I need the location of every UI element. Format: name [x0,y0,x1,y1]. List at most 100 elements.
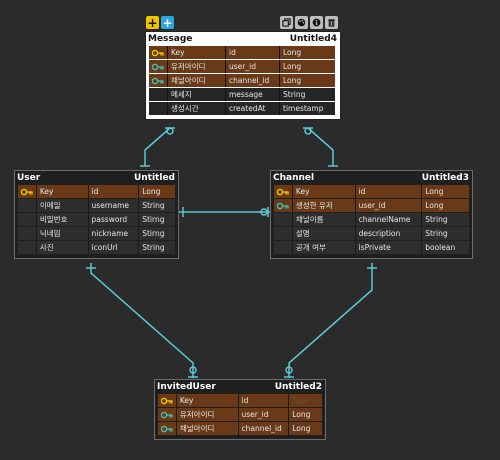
empty-icon-cell [18,199,36,212]
table-row[interactable]: 닉네임 nickname Stirng [18,227,175,240]
column-type[interactable]: Long [421,185,469,198]
column-field[interactable]: user_id [225,60,279,73]
column-name[interactable]: Key [167,46,225,59]
column-type[interactable]: Long [421,199,469,212]
table-header[interactable]: InvitedUser Untitled2 [155,380,325,393]
column-type[interactable]: Long [279,74,335,87]
column-field[interactable]: description [354,227,422,240]
erd-canvas[interactable]: + + Message Untitled4 Key id Long 유저아이디 user… [0,0,500,460]
table-name: User [17,172,41,183]
column-type[interactable]: Long [288,408,322,421]
table-row[interactable]: 유저아이디 user_id Long [149,60,337,73]
column-type[interactable]: Stirng [138,213,175,226]
trash-icon[interactable] [325,16,338,29]
table-row[interactable]: Key id Long [18,185,175,198]
link-user-message [144,127,171,166]
column-type[interactable]: String [421,227,469,240]
column-type[interactable]: Long [279,60,335,73]
add-relation-button[interactable]: + [161,16,174,29]
column-name[interactable]: 채널이름 [291,213,355,226]
add-column-button[interactable]: + [146,16,159,29]
column-name[interactable]: 이메일 [35,199,88,212]
column-field[interactable]: id [225,46,279,59]
table-channel[interactable]: Channel Untitled3 Key id Long 생성한 유저 user_id… [270,170,473,259]
table-row[interactable]: 사진 iconUrl String [18,241,175,254]
column-type[interactable]: String [421,213,469,226]
column-type[interactable]: Type [288,394,322,407]
table-header[interactable]: Channel Untitled3 [271,171,472,184]
table-row[interactable]: 공개 여부 isPrivate boolean [274,241,469,254]
column-type[interactable]: String [138,199,175,212]
table-rows: Key id Long 이메일 username String 비밀번호 password St… [15,184,178,258]
column-name[interactable]: 사진 [35,241,88,254]
column-name[interactable]: 생성시간 [167,102,225,115]
column-name[interactable]: 닉네임 [35,227,88,240]
table-row[interactable]: 비밀번호 password Stirng [18,213,175,226]
column-name[interactable]: 생성한 유저 [291,199,355,212]
table-row[interactable]: 채널이름 channelName String [274,213,469,226]
table-row[interactable]: 이메일 username String [18,199,175,212]
column-field[interactable]: id [237,394,289,407]
column-field[interactable]: password [87,213,139,226]
column-field[interactable]: id [87,185,139,198]
column-type[interactable]: timestamp [279,102,335,115]
foreign-key-icon [158,408,176,421]
column-name[interactable]: Key [35,185,88,198]
copy-icon[interactable] [280,16,293,29]
column-name[interactable]: 유저아이디 [167,60,225,73]
column-name[interactable]: 설명 [291,227,355,240]
table-row[interactable]: 유저아이디 user_id Long [158,408,322,421]
column-name[interactable]: 채널아이디 [167,74,225,87]
table-row[interactable]: 채널아이디 channel_id Long [149,74,337,87]
column-field[interactable]: channelName [354,213,422,226]
column-field[interactable]: user_id [354,199,422,212]
table-header[interactable]: Message Untitled4 [146,32,340,45]
table-row[interactable]: 생성한 유저 user_id Long [274,199,469,212]
column-type[interactable]: Long [288,422,322,435]
table-rows: Key id Long 유저아이디 user_id Long 채널아이디 channel_id… [146,45,340,119]
table-row[interactable]: Key id Long [149,46,337,59]
column-field[interactable]: channel_id [225,74,279,87]
column-field[interactable]: createdAt [225,102,279,115]
column-name[interactable]: 유저아이디 [175,408,238,421]
key-icon [18,185,36,198]
column-field[interactable]: user_id [237,408,289,421]
table-row[interactable]: Key id Long [274,185,469,198]
column-type[interactable]: boolean [421,241,469,254]
column-field[interactable]: iconUrl [87,241,139,254]
column-type[interactable]: Stirng [138,227,175,240]
column-name[interactable]: 공개 여부 [291,241,355,254]
column-field[interactable]: id [354,185,422,198]
table-message[interactable]: Message Untitled4 Key id Long 유저아이디 user_id L… [145,31,341,120]
column-name[interactable]: 메세지 [167,88,225,101]
palette-icon[interactable] [295,16,308,29]
column-field[interactable]: username [87,199,139,212]
column-field[interactable]: message [225,88,279,101]
column-field[interactable]: nickname [87,227,139,240]
column-type[interactable]: Long [279,46,335,59]
table-row[interactable]: 채널아이디 channel_id Long [158,422,322,435]
column-name[interactable]: Key [291,185,355,198]
table-label: Untitled3 [421,172,469,183]
table-row[interactable]: 생성시간 createdAt timestamp [149,102,337,115]
column-field[interactable]: isPrivate [354,241,422,254]
table-row[interactable]: 메세지 message String [149,88,337,101]
column-name[interactable]: Key [175,394,238,407]
column-field[interactable]: channel_id [237,422,289,435]
empty-icon-cell [274,213,292,226]
empty-icon-cell [18,227,36,240]
column-name[interactable]: 채널아이디 [175,422,238,435]
empty-icon-cell [274,241,292,254]
column-name[interactable]: 비밀번호 [35,213,88,226]
column-type[interactable]: String [279,88,335,101]
info-icon[interactable] [310,16,323,29]
table-label: Untitled [133,172,175,183]
table-row[interactable]: Key id Type [158,394,322,407]
column-type[interactable]: Long [138,185,175,198]
table-user[interactable]: User Untitled Key id Long 이메일 username String… [14,170,179,259]
column-type[interactable]: String [138,241,175,254]
table-toolbar-actions [280,16,338,29]
table-header[interactable]: User Untitled [15,171,178,184]
table-invited-user[interactable]: InvitedUser Untitled2 Key id Type 유저아이디 user… [154,379,326,440]
table-row[interactable]: 설명 description String [274,227,469,240]
